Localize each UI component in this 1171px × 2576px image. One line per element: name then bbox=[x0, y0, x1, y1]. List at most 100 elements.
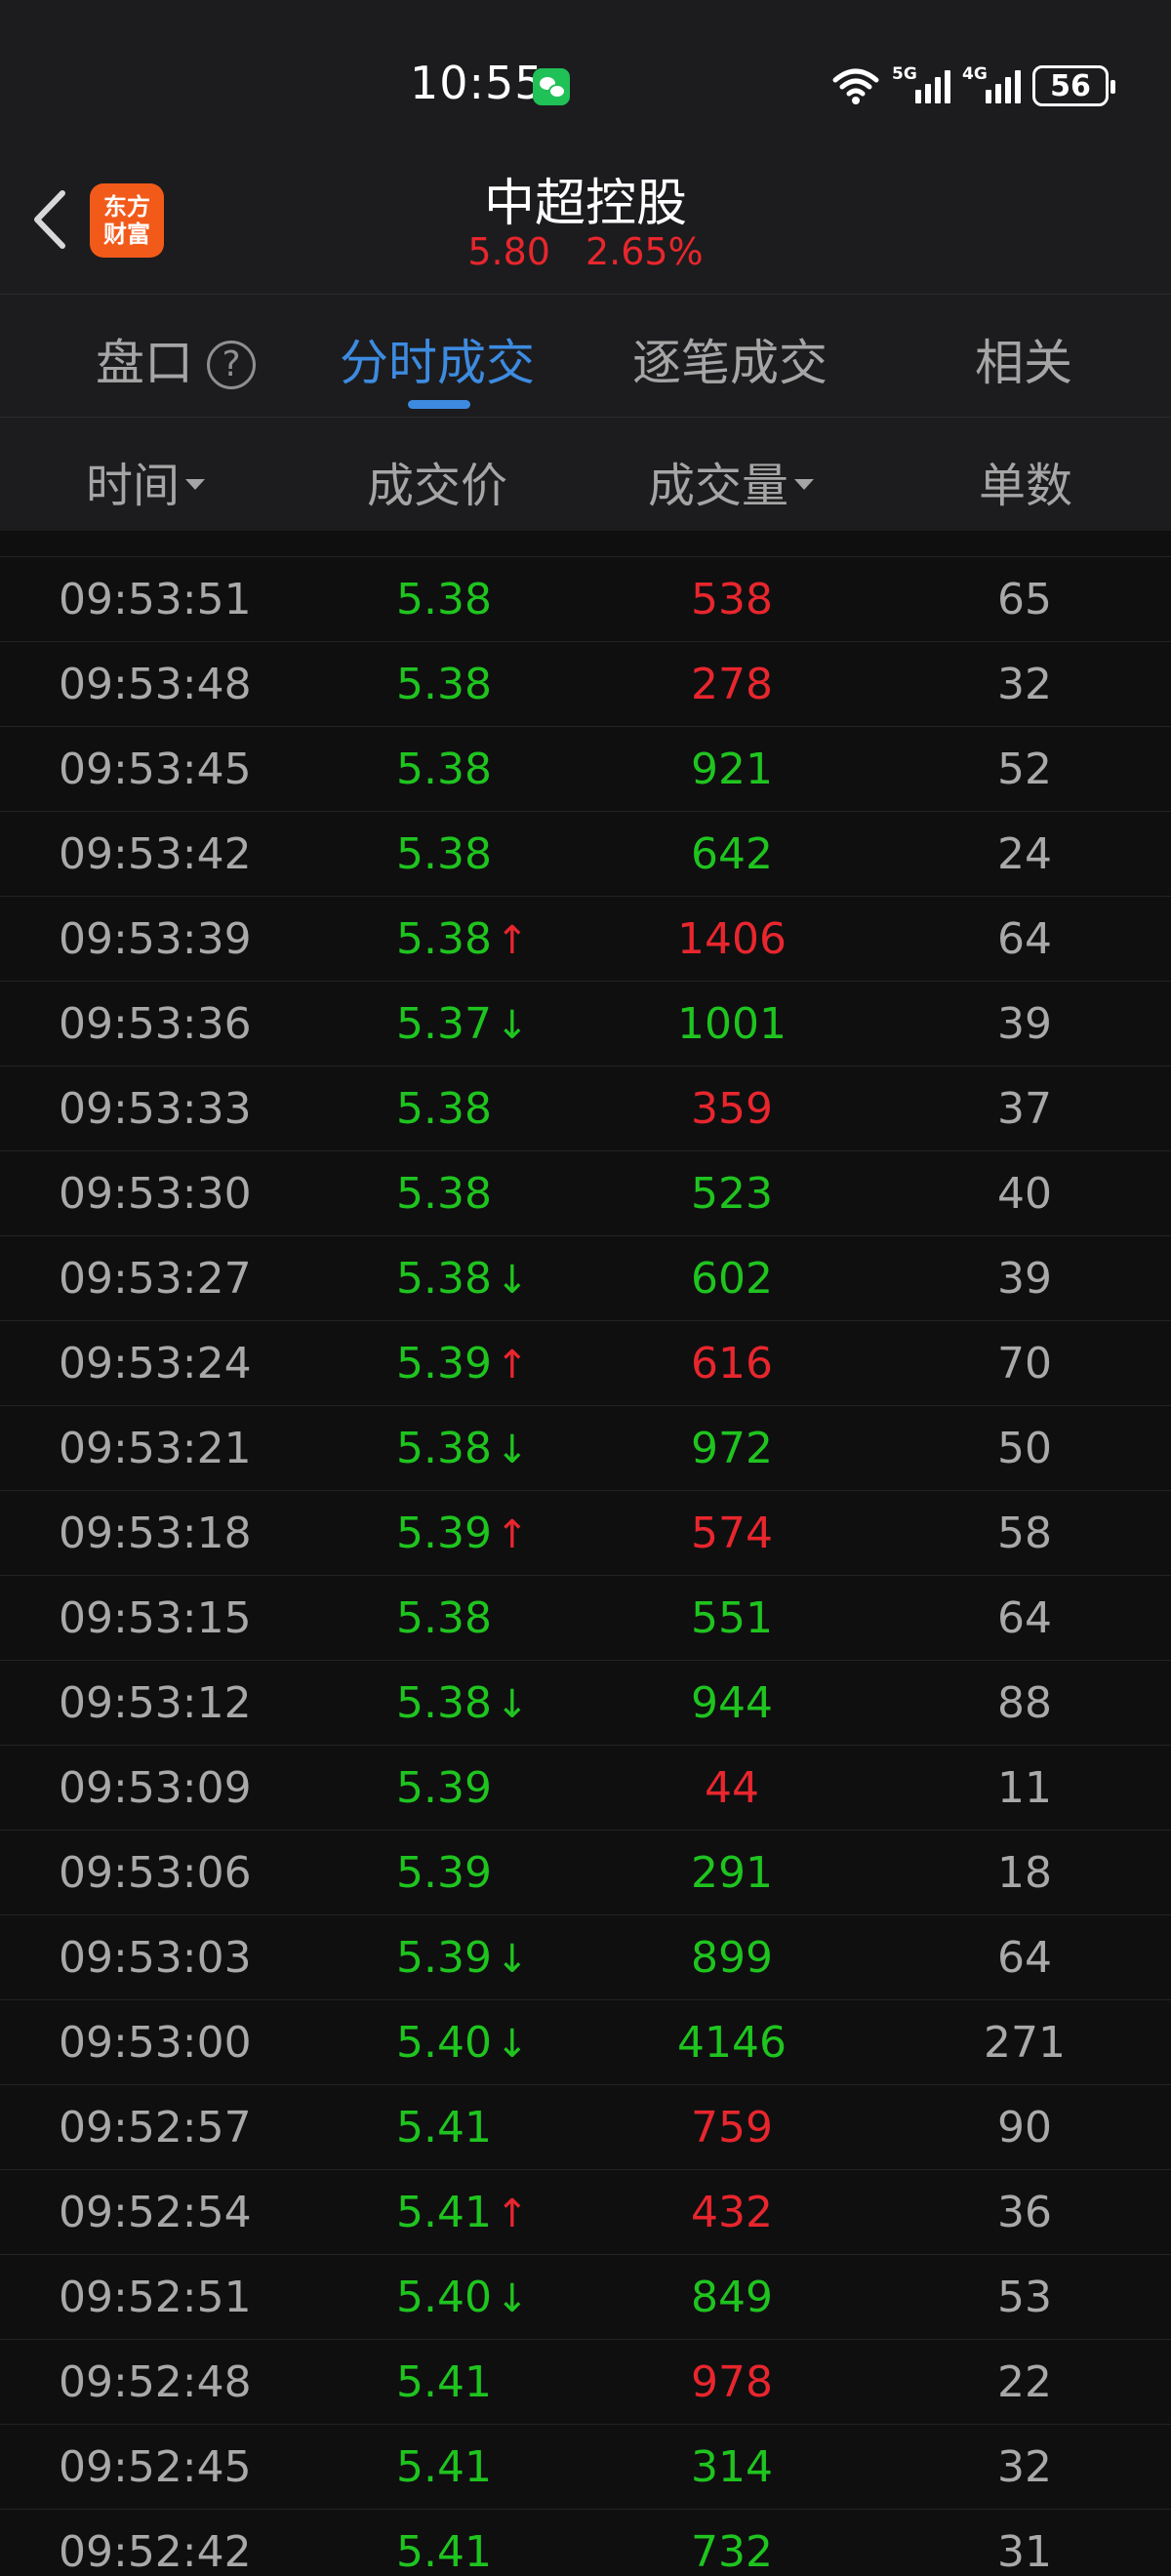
trade-row: 09:53:36 5.37 ↓ 1001 39 bbox=[0, 982, 1171, 1067]
trade-volume: 602 bbox=[691, 1254, 773, 1304]
trade-row: 09:52:48 5.41 978 22 bbox=[0, 2340, 1171, 2425]
trade-count: 64 bbox=[997, 1933, 1052, 1983]
trade-price: 5.39 bbox=[396, 1763, 492, 1813]
arrow-down-icon: ↓ bbox=[495, 1937, 529, 1982]
trade-row: 09:52:57 5.41 759 90 bbox=[0, 2085, 1171, 2170]
column-header-count: 单数 bbox=[979, 459, 1073, 513]
trade-row: 09:53:12 5.38 ↓ 944 88 bbox=[0, 1661, 1171, 1746]
trade-price: 5.38 bbox=[396, 1084, 492, 1134]
status-bar: 10:55 5G 4G 56 bbox=[0, 0, 1171, 146]
trade-time: 09:52:51 bbox=[59, 2273, 252, 2322]
stock-price: 5.80 bbox=[467, 230, 550, 273]
trade-price: 5.41 ↑ bbox=[396, 2188, 529, 2237]
trade-time: 09:53:12 bbox=[59, 1678, 252, 1728]
trade-count: 31 bbox=[997, 2527, 1052, 2576]
trade-volume: 538 bbox=[691, 575, 773, 624]
column-header-time[interactable]: 时间 bbox=[86, 447, 206, 515]
arrow-up-icon: ↑ bbox=[495, 918, 529, 963]
trade-volume: 44 bbox=[705, 1763, 759, 1813]
trade-price: 5.41 bbox=[396, 2357, 492, 2407]
trade-volume: 1001 bbox=[677, 999, 787, 1049]
trade-price: 5.39 ↑ bbox=[396, 1509, 529, 1558]
trade-volume: 4146 bbox=[677, 2018, 787, 2068]
trade-price: 5.38 bbox=[396, 531, 492, 557]
trade-row: 09:52:51 5.40 ↓ 849 53 bbox=[0, 2255, 1171, 2340]
trade-count: 88 bbox=[997, 1678, 1052, 1728]
arrow-down-icon: ↓ bbox=[495, 1258, 529, 1303]
tab-orderbook[interactable]: 盘口? bbox=[96, 324, 256, 392]
trade-row: 09:53:54 5.38 14328 bbox=[0, 531, 1171, 557]
trade-count: 39 bbox=[997, 999, 1052, 1049]
trade-volume: 899 bbox=[691, 1933, 773, 1983]
trade-count: 32 bbox=[997, 660, 1052, 709]
trade-row: 09:53:24 5.39 ↑ 616 70 bbox=[0, 1321, 1171, 1406]
wechat-notification-icon bbox=[533, 68, 570, 105]
trade-count: 50 bbox=[997, 1424, 1052, 1473]
tab-tick-trades[interactable]: 逐笔成交 bbox=[632, 324, 828, 392]
trade-volume: 978 bbox=[691, 2357, 773, 2407]
status-icons: 5G 4G 56 bbox=[831, 64, 1115, 107]
trade-time: 09:53:30 bbox=[59, 1169, 252, 1219]
trade-time: 09:53:39 bbox=[59, 914, 252, 964]
trade-time: 09:53:09 bbox=[59, 1763, 252, 1813]
help-icon[interactable]: ? bbox=[207, 341, 256, 389]
stock-name: 中超控股 bbox=[483, 175, 687, 233]
trade-time: 09:53:48 bbox=[59, 660, 252, 709]
trade-count: 28 bbox=[878, 531, 1171, 557]
trade-volume: 359 bbox=[691, 1084, 773, 1134]
trade-row: 09:52:42 5.41 732 31 bbox=[0, 2510, 1171, 2576]
trade-rows: 09:53:545.381432809:53:515.385386509:53:… bbox=[0, 531, 1171, 2576]
column-header-price: 成交价 bbox=[367, 459, 508, 513]
trade-time: 09:52:57 bbox=[59, 2103, 252, 2153]
trade-row: 09:53:48 5.38 278 32 bbox=[0, 642, 1171, 727]
trade-price: 5.38 bbox=[396, 745, 492, 794]
battery-icon: 56 bbox=[1032, 65, 1115, 106]
trade-count: 39 bbox=[997, 1254, 1052, 1304]
trade-price: 5.38 bbox=[396, 1169, 492, 1219]
trade-count: 32 bbox=[997, 2442, 1052, 2492]
trade-row: 09:53:18 5.39 ↑ 574 58 bbox=[0, 1491, 1171, 1576]
sort-caret-icon bbox=[185, 479, 206, 490]
trade-row: 09:53:39 5.38 ↑ 1406 64 bbox=[0, 897, 1171, 982]
trade-volume: 642 bbox=[691, 829, 773, 879]
trade-row: 09:53:09 5.39 44 11 bbox=[0, 1746, 1171, 1831]
wifi-icon bbox=[832, 68, 879, 104]
trade-price: 5.39 bbox=[396, 1848, 492, 1898]
trade-volume: 732 bbox=[691, 2527, 773, 2576]
trade-volume: 551 bbox=[691, 1593, 773, 1643]
trade-time: 09:53:03 bbox=[59, 1933, 252, 1983]
trade-count: 22 bbox=[997, 2357, 1052, 2407]
trade-time: 09:53:00 bbox=[59, 2018, 252, 2068]
trade-row: 09:53:06 5.39 291 18 bbox=[0, 1831, 1171, 1915]
column-header-volume[interactable]: 成交量 bbox=[648, 447, 815, 515]
trade-row: 09:53:45 5.38 921 52 bbox=[0, 727, 1171, 812]
trade-price: 5.40 ↓ bbox=[396, 2273, 529, 2322]
trade-time: 09:53:33 bbox=[59, 1084, 252, 1134]
stock-change-percent: 2.65% bbox=[585, 230, 704, 273]
trade-row: 09:53:27 5.38 ↓ 602 39 bbox=[0, 1236, 1171, 1321]
sort-caret-icon bbox=[794, 479, 815, 490]
trade-volume: 972 bbox=[691, 1424, 773, 1473]
trade-time: 09:53:24 bbox=[59, 1339, 252, 1389]
trade-time: 09:52:42 bbox=[59, 2527, 252, 2576]
trade-row: 09:53:30 5.38 523 40 bbox=[0, 1151, 1171, 1236]
tab-related[interactable]: 相关 bbox=[975, 324, 1072, 392]
tab-time-trades[interactable]: 分时成交 bbox=[340, 324, 535, 392]
trade-count: 40 bbox=[997, 1169, 1052, 1219]
arrow-down-icon: ↓ bbox=[495, 1682, 529, 1727]
trade-time: 09:52:54 bbox=[59, 2188, 252, 2237]
trade-count: 65 bbox=[997, 575, 1052, 624]
arrow-down-icon: ↓ bbox=[495, 1428, 529, 1472]
trade-price: 5.38 ↓ bbox=[396, 1254, 529, 1304]
trade-count: 53 bbox=[997, 2273, 1052, 2322]
trade-price: 5.41 bbox=[396, 2527, 492, 2576]
trade-list[interactable]: 09:53:545.381432809:53:515.385386509:53:… bbox=[0, 531, 1171, 2576]
trade-count: 271 bbox=[984, 2018, 1066, 2068]
trade-count: 52 bbox=[997, 745, 1052, 794]
trade-row: 09:53:03 5.39 ↓ 899 64 bbox=[0, 1915, 1171, 2000]
tab-bar: 盘口? 分时成交 逐笔成交 相关 bbox=[0, 295, 1171, 418]
trade-row: 09:53:33 5.38 359 37 bbox=[0, 1067, 1171, 1151]
trade-count: 36 bbox=[997, 2188, 1052, 2237]
trade-count: 11 bbox=[997, 1763, 1052, 1813]
trade-volume: 1406 bbox=[677, 914, 787, 964]
